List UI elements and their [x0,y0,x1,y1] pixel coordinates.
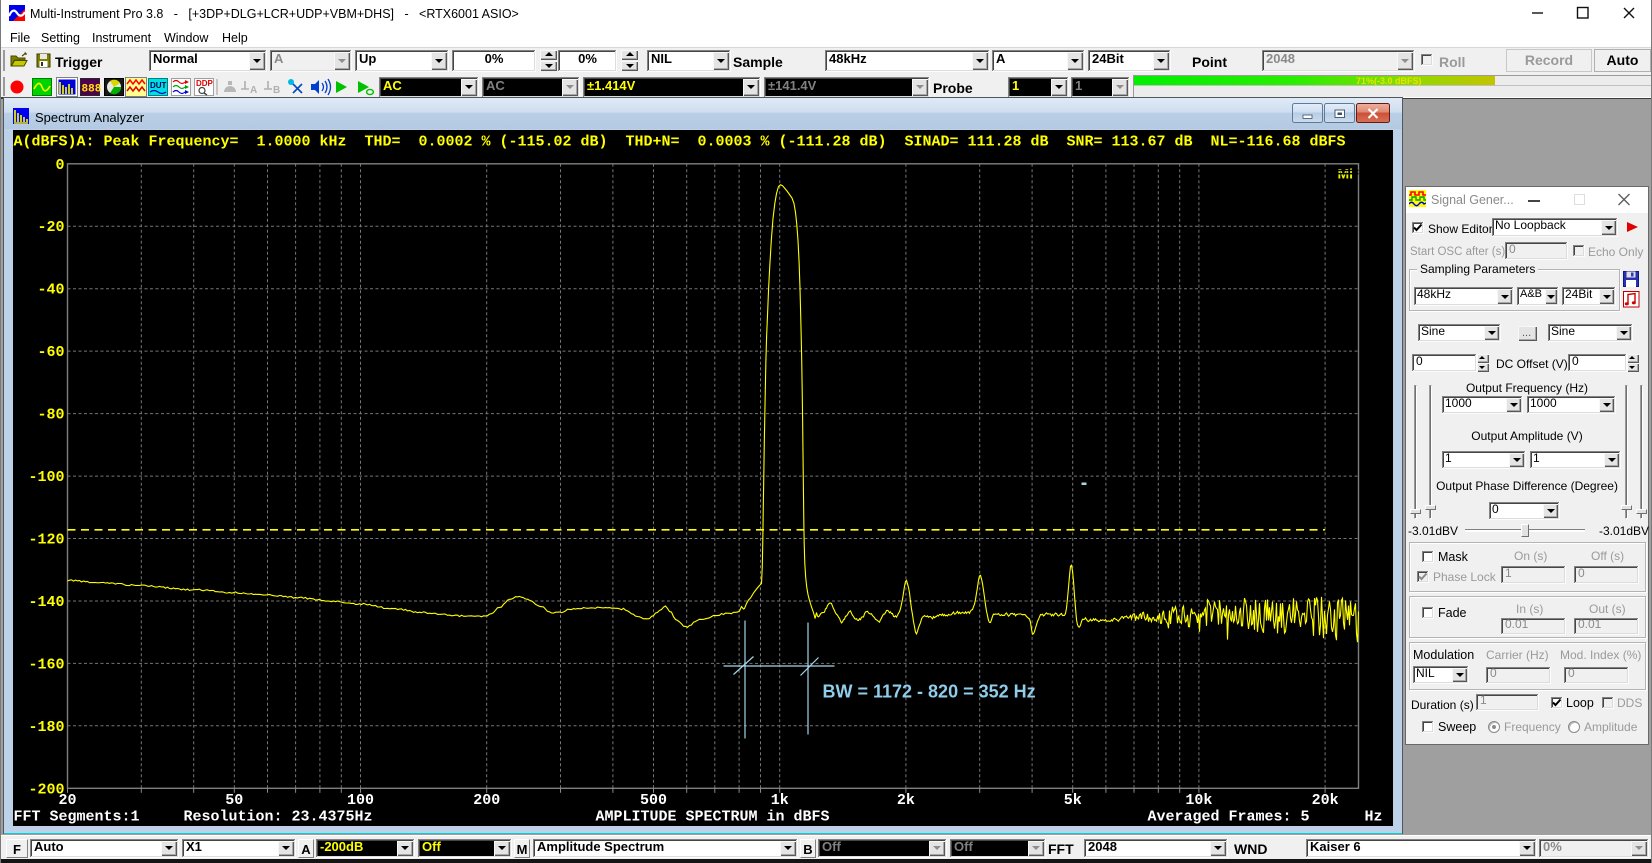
svg-text:-80: -80 [37,406,64,423]
svg-text:DUT: DUT [150,81,167,90]
svg-text:FFT Segments:1: FFT Segments:1 [13,808,139,825]
svg-text:-180: -180 [28,718,64,735]
svg-text:-100: -100 [28,469,64,486]
svg-text:-40: -40 [37,281,64,298]
svg-text:20k: 20k [1311,792,1338,809]
svg-text:-60: -60 [37,344,64,361]
svg-text:100: 100 [346,792,373,809]
svg-text:AMPLITUDE SPECTRUM in dBFS: AMPLITUDE SPECTRUM in dBFS [595,808,829,825]
svg-text:BW = 1172 - 820 = 352 Hz: BW = 1172 - 820 = 352 Hz [822,681,1035,701]
svg-text:DDP: DDP [196,79,214,88]
svg-text:20: 20 [58,792,76,809]
svg-text:200: 200 [473,792,500,809]
svg-text:10k: 10k [1185,792,1212,809]
svg-text:50: 50 [225,792,243,809]
svg-text:-140: -140 [28,594,64,611]
svg-text:1k: 1k [770,792,788,809]
svg-text:500: 500 [639,792,666,809]
svg-text:B: B [273,85,280,96]
svg-text:5k: 5k [1063,792,1081,809]
svg-text:A: A [250,85,257,96]
svg-text:-120: -120 [28,531,64,548]
svg-text:2k: 2k [896,792,914,809]
svg-text:-160: -160 [28,656,64,673]
svg-text:Averaged Frames: 5: Averaged Frames: 5 [1147,808,1309,825]
svg-text:Resolution: 23.4375Hz: Resolution: 23.4375Hz [183,808,372,825]
svg-text:0: 0 [55,156,64,173]
svg-text:Hz: Hz [1364,808,1382,825]
svg-text:888: 888 [82,84,102,96]
svg-text:-20: -20 [37,219,64,236]
svg-text:A(dBFS)A: Peak Frequency= 1.0: A(dBFS)A: Peak Frequency= 1.0000 kHz THD… [13,133,1345,150]
